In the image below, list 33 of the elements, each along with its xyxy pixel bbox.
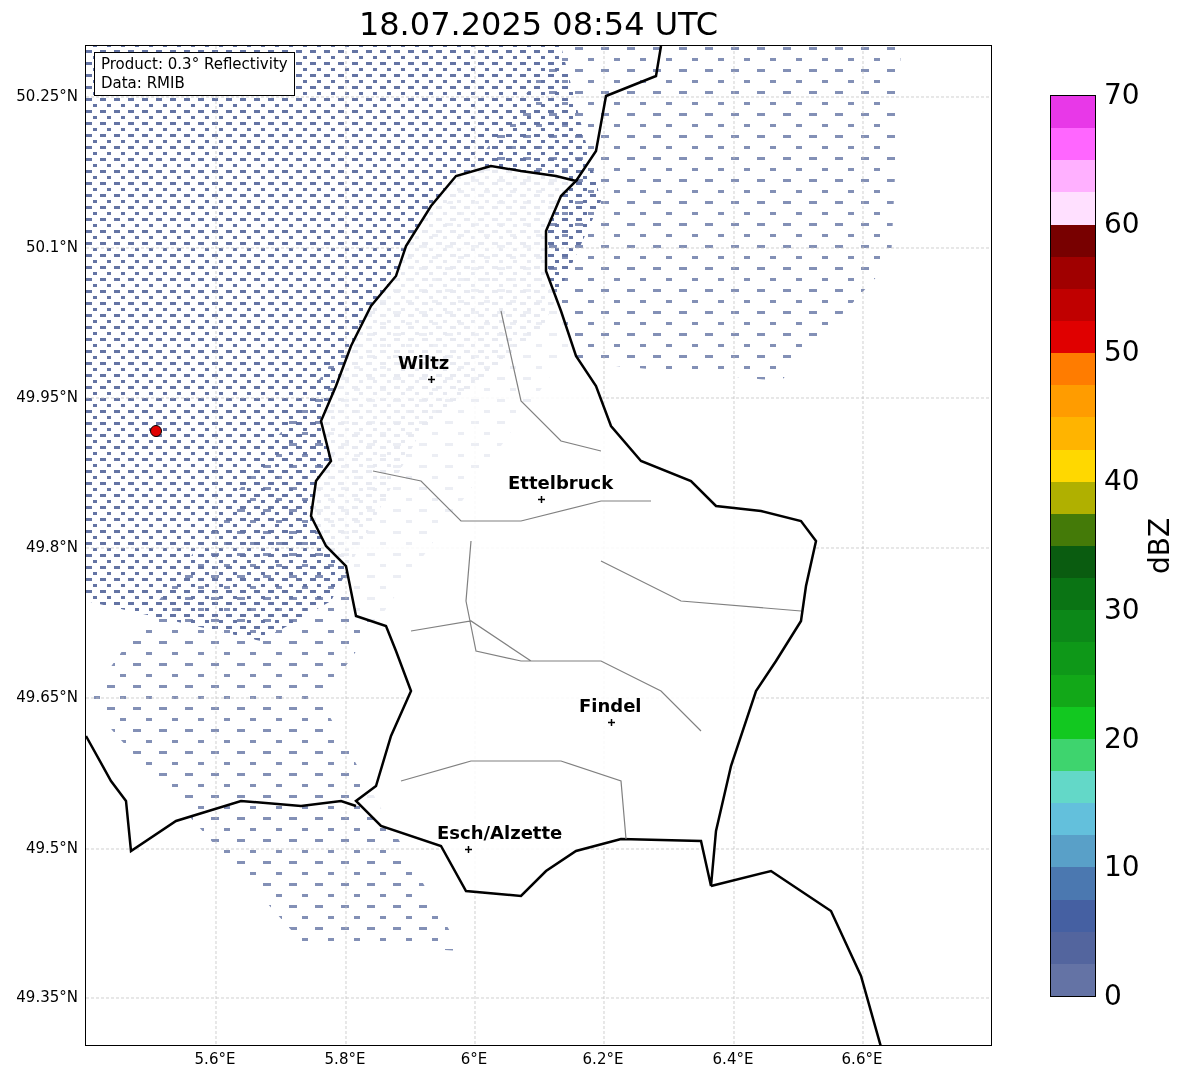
latitude-tick-label: 49.35°N bbox=[16, 988, 78, 1006]
colorbar-tick-label: 50 bbox=[1104, 336, 1140, 369]
latitude-tick-label: 49.95°N bbox=[16, 388, 78, 406]
city-label: Esch/Alzette bbox=[437, 823, 563, 843]
longitude-tick-label: 6.2°E bbox=[581, 1050, 625, 1068]
city-label: Ettelbruck bbox=[508, 473, 614, 493]
colorbar-tick-label: 30 bbox=[1104, 593, 1140, 626]
latitude-tick-label: 49.5°N bbox=[25, 839, 78, 857]
colorbar-tick-label: 40 bbox=[1104, 465, 1140, 498]
longitude-tick-label: 6.6°E bbox=[840, 1050, 884, 1068]
city-marker-icon bbox=[608, 719, 615, 726]
product-text: Product: 0.3° Reflectivity bbox=[101, 55, 288, 74]
city-marker-icon bbox=[428, 376, 435, 383]
colorbar-tick-label: 10 bbox=[1104, 851, 1140, 884]
latitude-tick-label: 49.65°N bbox=[16, 688, 78, 706]
longitude-tick-label: 5.6°E bbox=[193, 1050, 237, 1068]
chart-title: 18.07.2025 08:54 UTC bbox=[357, 4, 720, 44]
colorbar-tick-label: 0 bbox=[1104, 980, 1122, 1012]
longitude-tick-label: 5.8°E bbox=[323, 1050, 367, 1068]
colorbar-tick-label: 20 bbox=[1104, 722, 1140, 755]
longitude-tick-label: 6°E bbox=[459, 1050, 489, 1068]
city-marker-icon bbox=[538, 496, 545, 503]
latitude-tick-label: 49.8°N bbox=[25, 538, 78, 556]
latitude-tick-label: 50.25°N bbox=[16, 87, 78, 105]
longitude-tick-label: 6.4°E bbox=[711, 1050, 755, 1068]
colorbar-tick-label: 70 bbox=[1104, 79, 1140, 111]
colorbar-tick-label: 60 bbox=[1104, 207, 1140, 240]
latitude-tick-label: 50.1°N bbox=[25, 238, 78, 256]
city-marker-icon bbox=[465, 846, 472, 853]
city-label: Wiltz bbox=[398, 353, 450, 373]
city-label: Findel bbox=[579, 696, 642, 716]
data-source-text: Data: RMIB bbox=[101, 74, 186, 93]
colorbar-label: dBZ bbox=[1144, 516, 1176, 577]
